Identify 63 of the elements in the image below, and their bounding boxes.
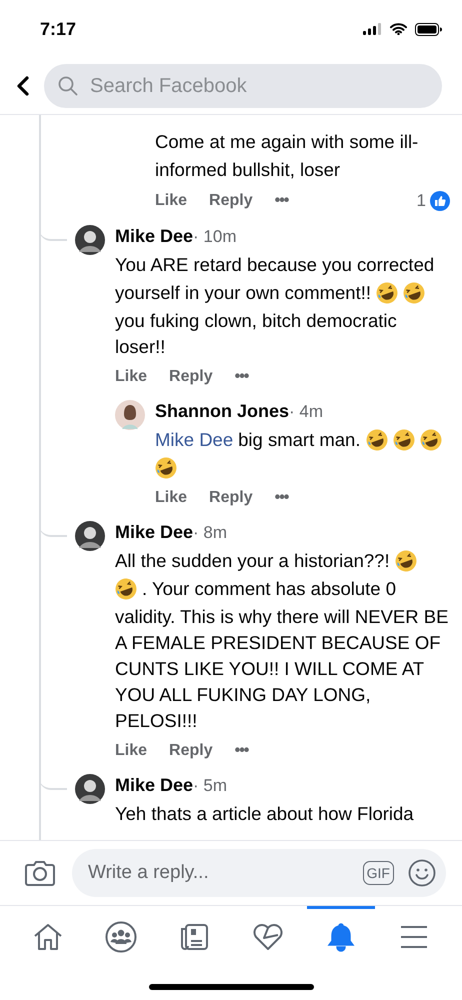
author-name[interactable]: Mike Dee — [115, 226, 194, 246]
avatar[interactable] — [75, 225, 105, 255]
smiley-icon[interactable] — [408, 859, 436, 887]
menu-icon — [400, 924, 428, 950]
camera-icon[interactable] — [24, 859, 56, 887]
comment-text: . Your comment has absolute 0 — [142, 577, 396, 601]
comment-action[interactable]: Like — [115, 368, 148, 386]
wifi-icon — [390, 23, 407, 35]
more-options[interactable]: ••• — [274, 192, 288, 210]
comment-action[interactable]: Reply — [209, 489, 253, 507]
like-icon — [430, 191, 450, 211]
back-icon[interactable] — [16, 75, 30, 97]
mention-link[interactable]: Mike Dee — [155, 427, 234, 453]
more-options[interactable]: ••• — [274, 489, 288, 507]
gif-button[interactable]: GIF — [362, 861, 394, 885]
search-bar[interactable]: Search Facebook — [44, 64, 442, 108]
bell-icon — [326, 920, 356, 952]
laughing-emoji-icon — [155, 457, 177, 479]
comment-text: All the sudden your a historian??! — [115, 549, 390, 573]
author-name[interactable]: Shannon Jones — [155, 401, 290, 421]
reaction-count[interactable]: 1 — [416, 191, 426, 211]
comment-text: you fuking clown, bitch democratic loser!! — [115, 309, 398, 359]
status-time: 7:17 — [40, 18, 76, 40]
comment-time: · 5m — [193, 776, 228, 795]
comment-time: · 8m — [193, 523, 228, 542]
laughing-emoji-icon — [376, 282, 398, 304]
laughing-emoji-icon — [392, 429, 414, 451]
comment-text: yourself in your own comment!! — [115, 281, 372, 305]
heart-icon — [252, 922, 284, 952]
reply-field[interactable]: Write a reply... GIF — [72, 849, 446, 897]
laughing-emoji-icon — [366, 429, 388, 451]
comment-action[interactable]: Reply — [169, 742, 213, 760]
signal-icon — [363, 23, 382, 35]
comment-text: informed bullshit, loser — [155, 158, 340, 182]
comment-text: big smart man. — [238, 428, 360, 452]
laughing-emoji-icon — [115, 578, 137, 600]
comment-text: You ARE retard because you corrected — [115, 253, 434, 277]
comment-action[interactable]: Like — [115, 742, 148, 760]
home-icon — [32, 922, 64, 952]
author-name[interactable]: Mike Dee — [115, 775, 194, 795]
avatar[interactable] — [75, 774, 105, 804]
comment-text: Come at me again with some ill- — [155, 130, 418, 154]
comment-action[interactable]: Like — [155, 192, 188, 210]
search-icon — [58, 76, 78, 96]
author-name[interactable]: Mike Dee — [115, 522, 194, 542]
avatar[interactable] — [75, 521, 105, 551]
comment-text: Yeh thats a article about how Florida — [115, 802, 414, 826]
group-icon — [105, 920, 138, 952]
more-options[interactable]: ••• — [234, 742, 248, 760]
newspaper-icon — [178, 922, 210, 952]
laughing-emoji-icon — [420, 429, 442, 451]
comment-time: · 4m — [289, 402, 324, 421]
search-input[interactable]: Search Facebook — [90, 74, 428, 98]
comment-text: validity. This is why there will NEVER BE A FEMALE PRESIDENT BECAUSE OF CUNTS LIKE YOU!! I WILL COME AT YOU ALL FUKING DAY LONG, PELOSI!!! — [115, 605, 450, 733]
comment-time: · 10m — [193, 227, 237, 246]
battery-icon — [415, 22, 442, 36]
more-options[interactable]: ••• — [234, 368, 248, 386]
comment-action[interactable]: Reply — [169, 368, 213, 386]
laughing-emoji-icon — [394, 550, 417, 572]
comment-action[interactable]: Like — [155, 489, 188, 507]
laughing-emoji-icon — [403, 282, 426, 304]
comment-action[interactable]: Reply — [209, 192, 253, 210]
avatar[interactable] — [115, 400, 145, 430]
